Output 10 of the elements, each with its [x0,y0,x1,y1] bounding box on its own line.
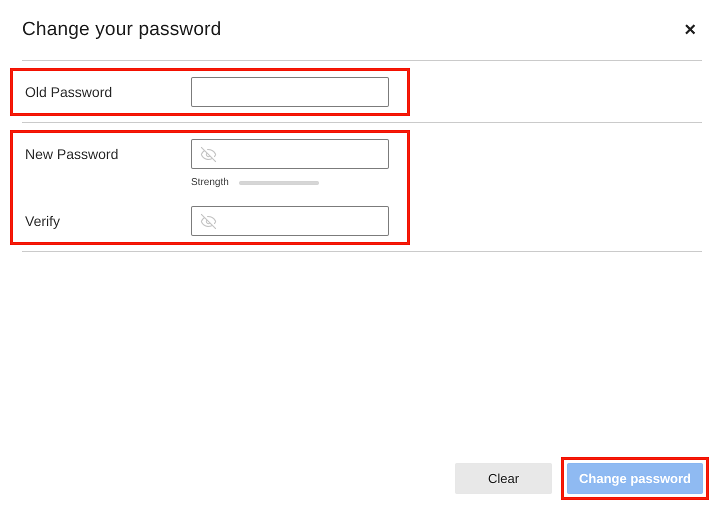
field-label: New Password [25,145,120,164]
password-field[interactable] [191,77,389,107]
field-label: Verify [25,212,62,231]
password-field[interactable] [191,206,389,236]
field-label: Old Password [25,83,114,102]
dialog-title: Change your password [22,19,222,41]
strength-label: Strength [191,177,229,188]
clear-button[interactable]: Clear [454,463,552,494]
password-field[interactable] [191,139,389,169]
close-button[interactable]: × [684,18,696,42]
